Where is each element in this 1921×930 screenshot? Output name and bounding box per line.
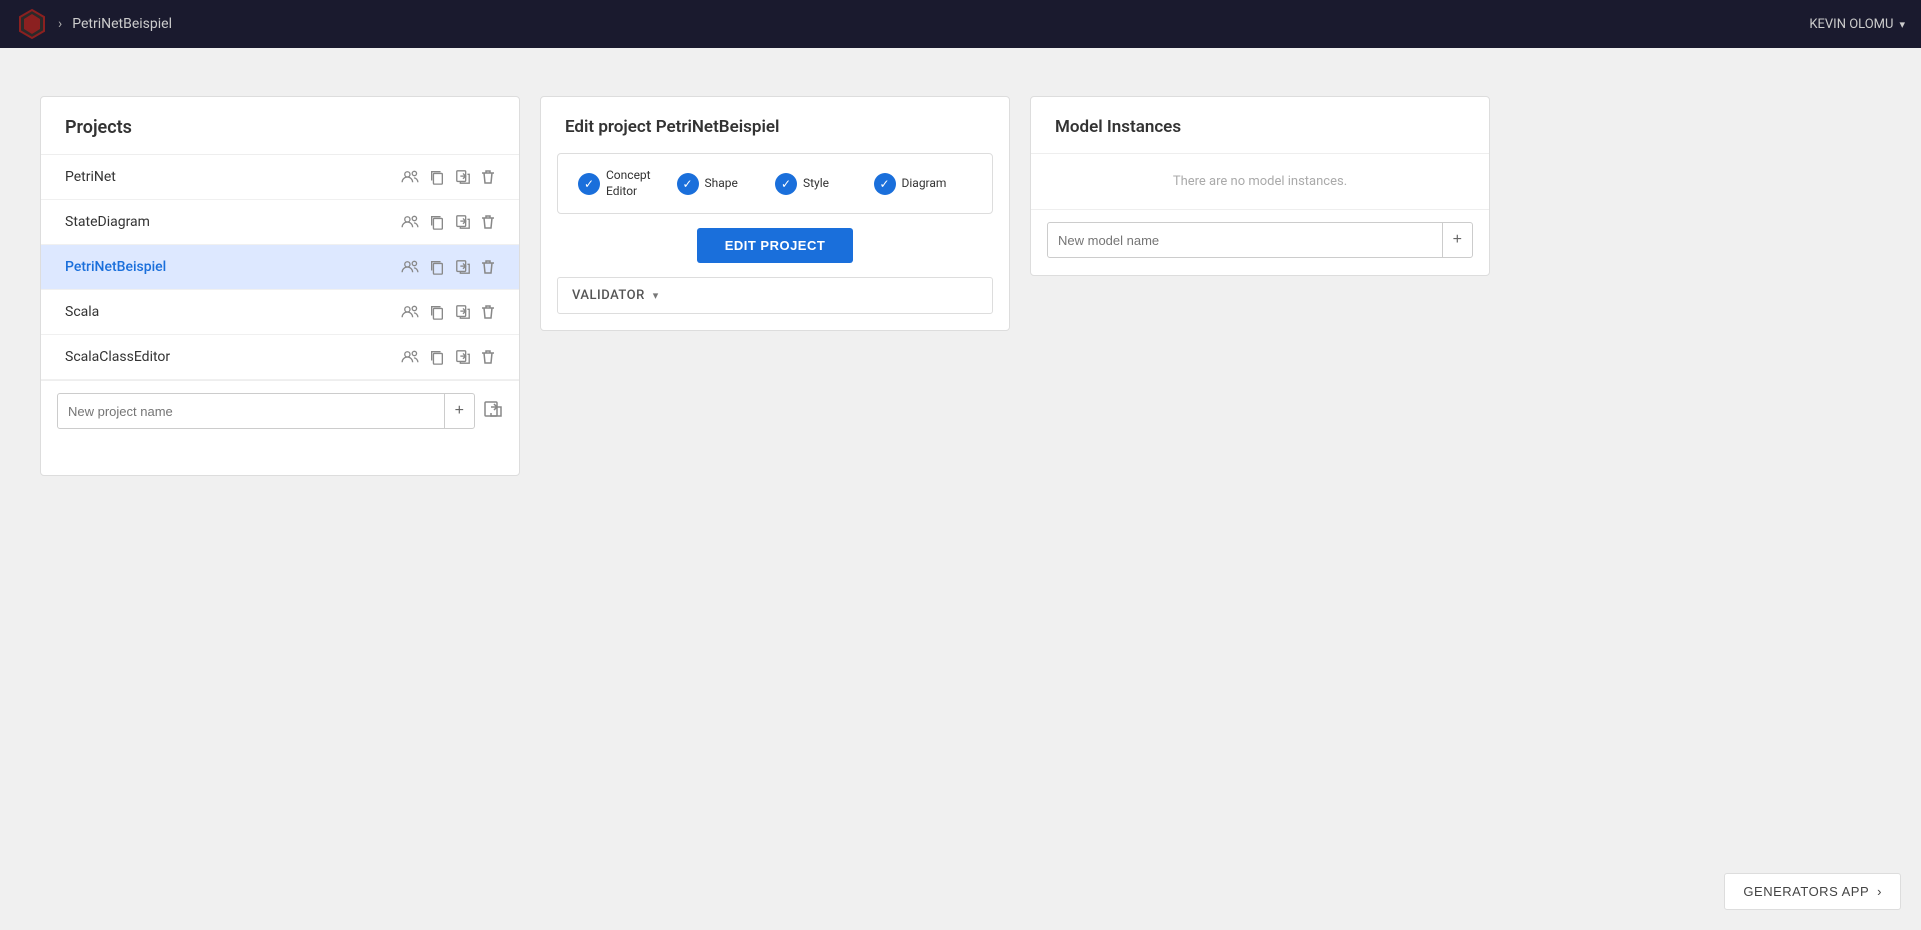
validator-bar[interactable]: VALIDATOR ▾ — [557, 277, 993, 314]
project-actions — [401, 214, 495, 230]
copy-icon[interactable] — [429, 259, 445, 275]
edit-project-panel: Edit project PetriNetBeispiel ✓ Concept … — [540, 96, 1010, 331]
add-project-button[interactable]: + — [444, 394, 474, 428]
project-row[interactable]: ScalaClassEditor — [41, 335, 519, 380]
new-model-input[interactable] — [1048, 225, 1442, 256]
project-name: PetriNet — [65, 169, 116, 185]
users-icon[interactable] — [401, 260, 419, 274]
model-instances-panel: Model Instances There are no model insta… — [1030, 96, 1490, 276]
users-icon[interactable] — [401, 350, 419, 364]
import-project-icon[interactable] — [483, 400, 503, 423]
copy-icon[interactable] — [429, 214, 445, 230]
plus-icon: + — [455, 402, 464, 420]
delete-icon[interactable] — [481, 259, 495, 275]
new-project-input[interactable] — [58, 396, 444, 427]
project-name: Scala — [65, 304, 99, 320]
project-row[interactable]: Scala — [41, 290, 519, 335]
step-label: Concept Editor — [606, 168, 677, 199]
step-check-icon: ✓ — [874, 173, 896, 195]
model-panel-title: Model Instances — [1031, 97, 1489, 153]
users-icon[interactable] — [401, 170, 419, 184]
project-row[interactable]: PetriNet — [41, 155, 519, 200]
generators-app-label: GENERATORS APP — [1743, 884, 1869, 899]
add-model-button[interactable]: + — [1442, 223, 1472, 257]
users-icon[interactable] — [401, 305, 419, 319]
export-icon[interactable] — [455, 169, 471, 185]
projects-panel-title: Projects — [41, 97, 519, 154]
step-label: Style — [803, 176, 829, 192]
step-diagram: ✓ Diagram — [874, 173, 973, 195]
delete-icon[interactable] — [481, 169, 495, 185]
step-label: Shape — [705, 176, 738, 192]
step-check-icon: ✓ — [578, 173, 600, 195]
project-actions — [401, 169, 495, 185]
projects-panel: Projects PetriNet — [40, 96, 520, 476]
step-concept-editor: ✓ Concept Editor — [578, 168, 677, 199]
user-menu-chevron-icon: ▾ — [1899, 18, 1905, 31]
new-project-input-wrap: + — [57, 393, 475, 429]
project-name: StateDiagram — [65, 214, 150, 230]
main-content: Projects PetriNet — [0, 48, 1921, 930]
delete-icon[interactable] — [481, 349, 495, 365]
delete-icon[interactable] — [481, 214, 495, 230]
plus-icon: + — [1453, 231, 1462, 249]
new-model-area: + — [1031, 209, 1489, 270]
breadcrumb-text: PetriNetBeispiel — [72, 16, 172, 32]
step-shape: ✓ Shape — [677, 173, 776, 195]
copy-icon[interactable] — [429, 349, 445, 365]
delete-icon[interactable] — [481, 304, 495, 320]
user-name: KEVIN OLOMU — [1809, 17, 1893, 32]
project-row[interactable]: StateDiagram — [41, 200, 519, 245]
copy-icon[interactable] — [429, 169, 445, 185]
export-icon[interactable] — [455, 304, 471, 320]
edit-project-button[interactable]: EDIT PROJECT — [697, 228, 854, 263]
validator-chevron-icon: ▾ — [653, 289, 659, 302]
export-icon[interactable] — [455, 259, 471, 275]
edit-panel-title: Edit project PetriNetBeispiel — [541, 97, 1009, 153]
user-menu[interactable]: KEVIN OLOMU ▾ — [1809, 17, 1905, 32]
generators-app-chevron-icon: › — [1877, 884, 1882, 899]
step-check-icon: ✓ — [775, 173, 797, 195]
generators-app-button[interactable]: GENERATORS APP › — [1724, 873, 1901, 910]
export-icon[interactable] — [455, 349, 471, 365]
project-actions — [401, 349, 495, 365]
validator-label: VALIDATOR — [572, 288, 645, 303]
step-style: ✓ Style — [775, 173, 874, 195]
project-name: ScalaClassEditor — [65, 349, 170, 365]
no-instances-text: There are no model instances. — [1031, 153, 1489, 209]
step-check-icon: ✓ — [677, 173, 699, 195]
topnav: › PetriNetBeispiel KEVIN OLOMU ▾ — [0, 0, 1921, 48]
step-label: Diagram — [902, 176, 947, 192]
new-model-input-wrap: + — [1047, 222, 1473, 258]
export-icon[interactable] — [455, 214, 471, 230]
steps-bar: ✓ Concept Editor ✓ Shape ✓ Style ✓ Diagr… — [557, 153, 993, 214]
project-actions — [401, 259, 495, 275]
project-name-active: PetriNetBeispiel — [65, 259, 166, 275]
project-actions — [401, 304, 495, 320]
new-project-area: + — [41, 380, 519, 441]
topnav-left: › PetriNetBeispiel — [16, 8, 172, 40]
project-list: PetriNet — [41, 154, 519, 380]
app-logo-icon[interactable] — [16, 8, 48, 40]
copy-icon[interactable] — [429, 304, 445, 320]
project-row-active[interactable]: PetriNetBeispiel — [41, 245, 519, 290]
breadcrumb-chevron-icon: › — [58, 16, 62, 32]
users-icon[interactable] — [401, 215, 419, 229]
